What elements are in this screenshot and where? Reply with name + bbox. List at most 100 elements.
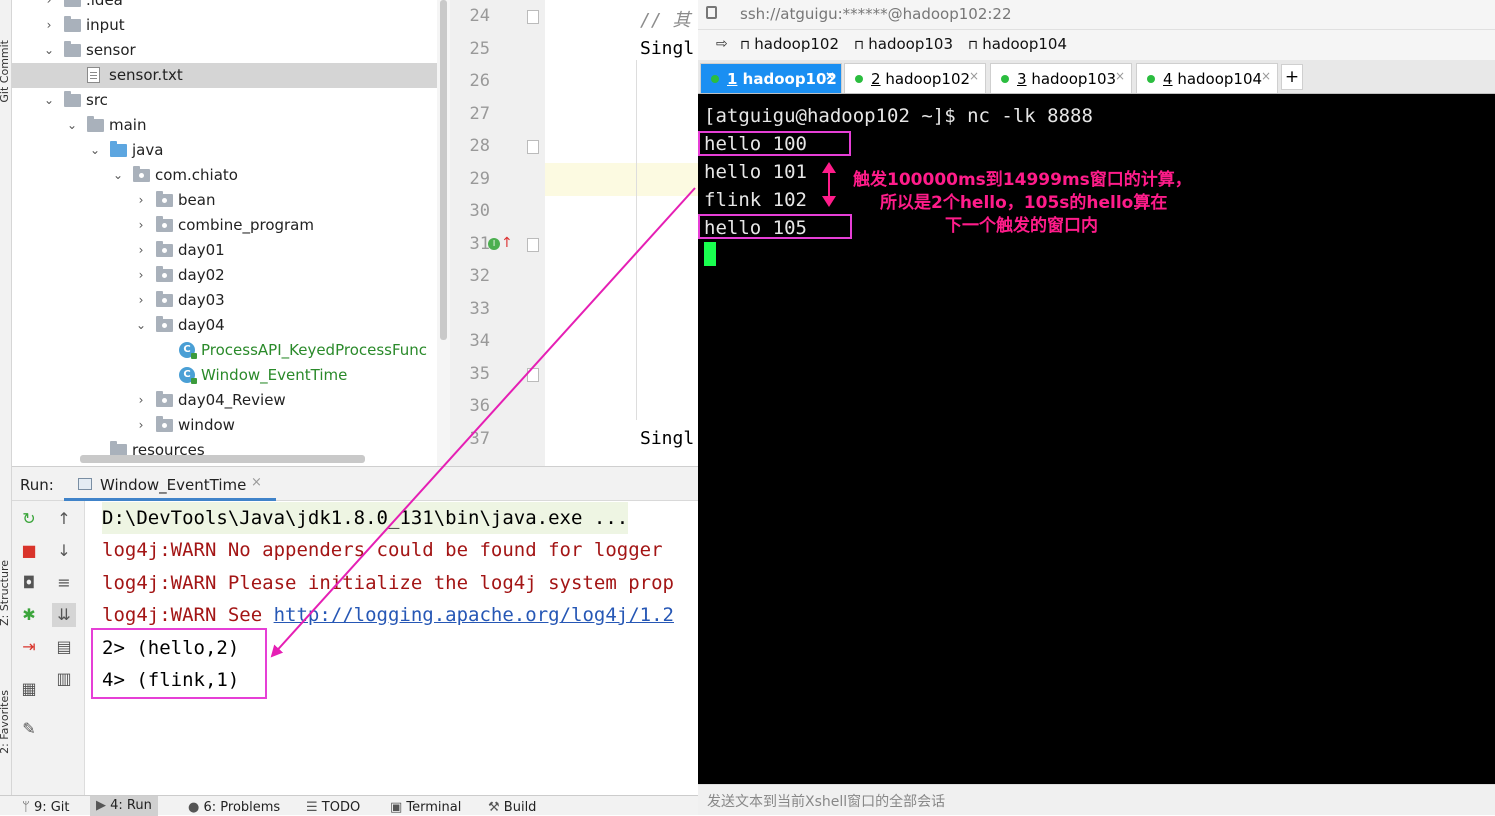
tree-item-processapi-keyedprocessfunc[interactable]: C ProcessAPI_KeyedProcessFunc [12,338,450,363]
tree-item-input[interactable]: › input [12,13,450,38]
run-tab[interactable]: Window_EventTime × [64,467,276,501]
git-tool-button[interactable]: ᛘ 9: Git [22,800,70,815]
line-number: 35 [469,363,490,384]
close-tab-icon[interactable]: × [251,475,262,490]
tree-item-main[interactable]: ⌄ main [12,113,450,138]
log4j-faq-link[interactable]: http://logging.apache.org/log4j/1.2 [274,604,674,626]
tree-item-day02[interactable]: › day02 [12,263,450,288]
annotation-line-3: 下一个触发的窗口内 [945,216,1098,236]
scroll-up-icon[interactable]: ↑ [52,507,76,531]
tree-item-sensor-txt[interactable]: sensor.txt [12,63,450,88]
soft-wrap-icon[interactable]: ≡ [52,571,76,595]
rerun-icon[interactable]: ↻ [17,507,41,531]
tree-item-label: main [109,116,147,134]
chevron-right-icon[interactable]: › [134,238,148,263]
structure-tab[interactable]: Z: Structure [0,560,11,626]
chevron-down-icon[interactable]: ⌄ [88,138,102,163]
bookmark-hadoop104[interactable]: ⊓ hadoop104 [968,35,1067,53]
compose-bar-placeholder[interactable]: 发送文本到当前Xshell窗口的全部会话 [707,791,945,811]
chevron-down-icon[interactable]: ⌄ [65,113,79,138]
chevron-right-icon[interactable]: › [134,188,148,213]
tree-item-sensor[interactable]: ⌄ sensor [12,38,450,63]
tree-item-label: sensor.txt [109,66,183,84]
xshell-terminal[interactable]: [atguigu@hadoop102 ~]$ nc -lk 8888 hello… [698,94,1495,784]
tree-item-window[interactable]: › window [12,413,450,438]
java-class-icon: C [179,367,197,384]
chevron-right-icon[interactable]: › [134,388,148,413]
layout-icon[interactable]: ▦ [17,677,41,701]
build-tool-button[interactable]: ⚒ Build [488,800,536,815]
terminal-line: hello 101 [704,161,807,183]
tab-session-1[interactable]: 1 hadoop102 × [700,63,842,93]
pin-icon[interactable]: ✎ [17,717,41,741]
favorites-tab[interactable]: 2: Favorites [0,690,11,754]
close-icon[interactable]: × [825,61,835,91]
tree-item-bean[interactable]: › bean [12,188,450,213]
chevron-down-icon[interactable]: ⌄ [42,88,56,113]
fold-marker[interactable] [527,368,539,382]
tree-item-idea[interactable]: › .idea [12,0,450,13]
xshell-status-bar[interactable]: 发送文本到当前Xshell窗口的全部会话 [698,784,1495,815]
tree-item-window-eventtime[interactable]: C Window_EventTime [12,363,450,388]
chevron-right-icon[interactable]: › [134,413,148,438]
close-icon[interactable]: × [1261,61,1271,91]
scroll-down-icon[interactable]: ↓ [52,539,76,563]
chevron-right-icon[interactable]: › [134,263,148,288]
tree-item-java[interactable]: ⌄ java [12,138,450,163]
tree-item-src[interactable]: ⌄ src [12,88,450,113]
run-tool-button[interactable]: ▶ 4: Run [90,796,158,816]
fold-marker[interactable] [527,10,539,24]
tree-item-combine-program[interactable]: › combine_program [12,213,450,238]
tree-item-day04-review[interactable]: › day04_Review [12,388,450,413]
trash-icon[interactable]: ▥ [52,667,76,691]
chevron-right-icon[interactable]: › [42,0,56,13]
exit-icon[interactable]: ⇥ [17,635,41,659]
override-arrow-icon[interactable]: ↑ [501,235,513,251]
line-number: 33 [469,298,490,319]
debug-icon[interactable]: ✱ [17,603,41,627]
close-icon[interactable]: × [1115,61,1125,91]
chevron-down-icon[interactable]: ⌄ [42,38,56,63]
tree-item-day03[interactable]: › day03 [12,288,450,313]
tree-item-com-chiato[interactable]: ⌄ com.chiato [12,163,450,188]
package-icon [133,166,150,182]
stop-icon[interactable]: ■ [17,539,41,563]
scroll-to-end-icon[interactable]: ⇊ [52,603,76,627]
todo-tool-button[interactable]: ☰ TODO [306,800,360,815]
tab-session-4[interactable]: 4 hadoop104 × [1136,63,1278,93]
chevron-right-icon[interactable]: › [134,288,148,313]
git-commit-tab[interactable]: Git Commit [0,40,11,103]
run-console[interactable]: D:\DevTools\Java\jdk1.8.0_131\bin\java.e… [85,501,698,795]
session-address[interactable]: ssh://atguigu:******@hadoop102:22 [740,5,1012,23]
fold-marker[interactable] [527,140,539,154]
folder-icon [64,16,81,32]
tab-session-3[interactable]: 3 hadoop103 × [990,63,1132,93]
terminal-tool-button[interactable]: ▣ Terminal [390,800,461,815]
chevron-right-icon[interactable]: › [42,13,56,38]
implementation-gutter-icon[interactable]: I [488,238,500,250]
code-editor[interactable]: 24 25 26 27 28 29 30 31 32 33 34 35 36 37 // 其 Singl … [450,0,698,466]
line-number: 30 [469,201,490,221]
chevron-down-icon[interactable]: ⌄ [111,163,125,188]
add-tab-button[interactable]: + [1281,64,1303,90]
print-icon[interactable]: ▤ [52,635,76,659]
line-number: 37 [469,428,490,449]
session-manager-icon[interactable]: ⇨ [716,36,728,52]
tree-item-label: day04 [178,316,225,334]
problems-tool-button[interactable]: ● 6: Problems [188,800,280,815]
camera-icon[interactable]: ◘ [17,571,41,595]
bookmark-hadoop103[interactable]: ⊓ hadoop103 [854,35,953,53]
chevron-down-icon[interactable]: ⌄ [134,313,148,338]
folder-icon [87,116,104,132]
package-icon [156,291,173,307]
tree-item-day04[interactable]: ⌄ day04 [12,313,450,338]
tree-horizontal-scrollbar[interactable] [80,455,365,463]
chevron-right-icon[interactable]: › [134,213,148,238]
close-icon[interactable]: × [969,61,979,91]
bookmark-hadoop102[interactable]: ⊓ hadoop102 [740,35,839,53]
fold-marker[interactable] [527,238,539,252]
console-line-cmd: D:\DevTools\Java\jdk1.8.0_131\bin\java.e… [102,502,629,534]
tree-scrollbar-thumb[interactable] [440,0,447,340]
tab-session-2[interactable]: 2 hadoop102 × [844,63,986,93]
tree-item-day01[interactable]: › day01 [12,238,450,263]
